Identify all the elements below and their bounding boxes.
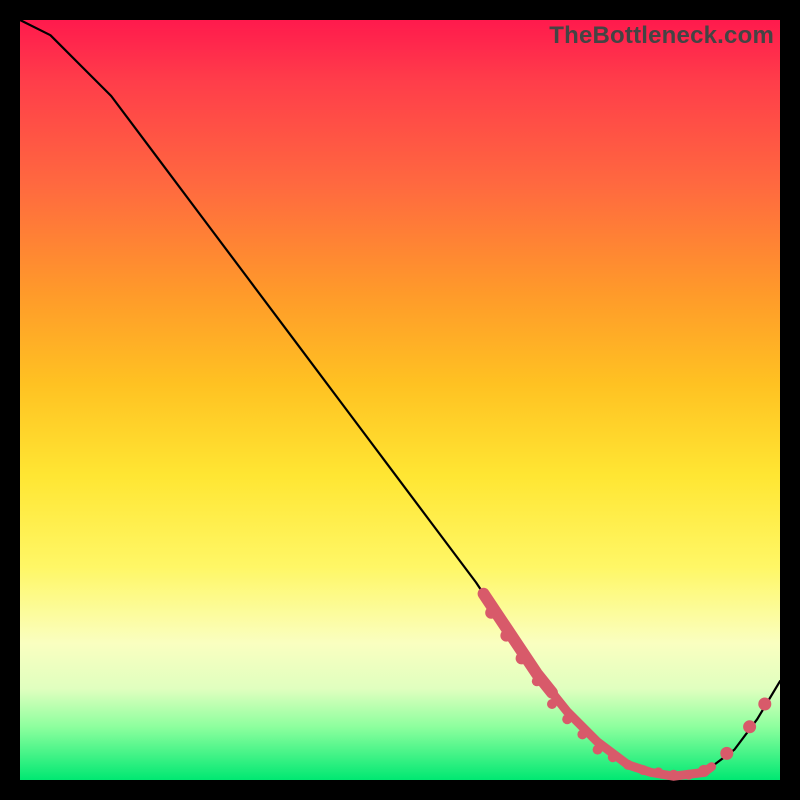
marker-dots	[485, 607, 771, 780]
marker-dot	[593, 745, 603, 755]
marker-dot	[638, 765, 648, 775]
chart-stage: TheBottleneck.com	[0, 0, 800, 800]
marker-dot	[698, 765, 710, 777]
marker-dot	[500, 630, 512, 642]
marker-dot	[547, 699, 557, 709]
marker-dot	[669, 770, 679, 780]
marker-dot	[720, 747, 733, 760]
bottleneck-curve	[20, 20, 780, 776]
gradient-plot-area: TheBottleneck.com	[20, 20, 780, 780]
marker-dot	[485, 607, 497, 619]
marker-dot	[577, 729, 587, 739]
marker-dot	[758, 698, 771, 711]
marker-dot	[684, 770, 694, 780]
marker-dot	[653, 767, 663, 777]
marker-dot	[532, 676, 542, 686]
marker-dot	[623, 760, 633, 770]
marker-dot	[743, 720, 756, 733]
curve-overlay	[20, 20, 780, 780]
marker-dot	[562, 714, 572, 724]
marker-dot	[608, 752, 618, 762]
marker-dot	[516, 652, 528, 664]
